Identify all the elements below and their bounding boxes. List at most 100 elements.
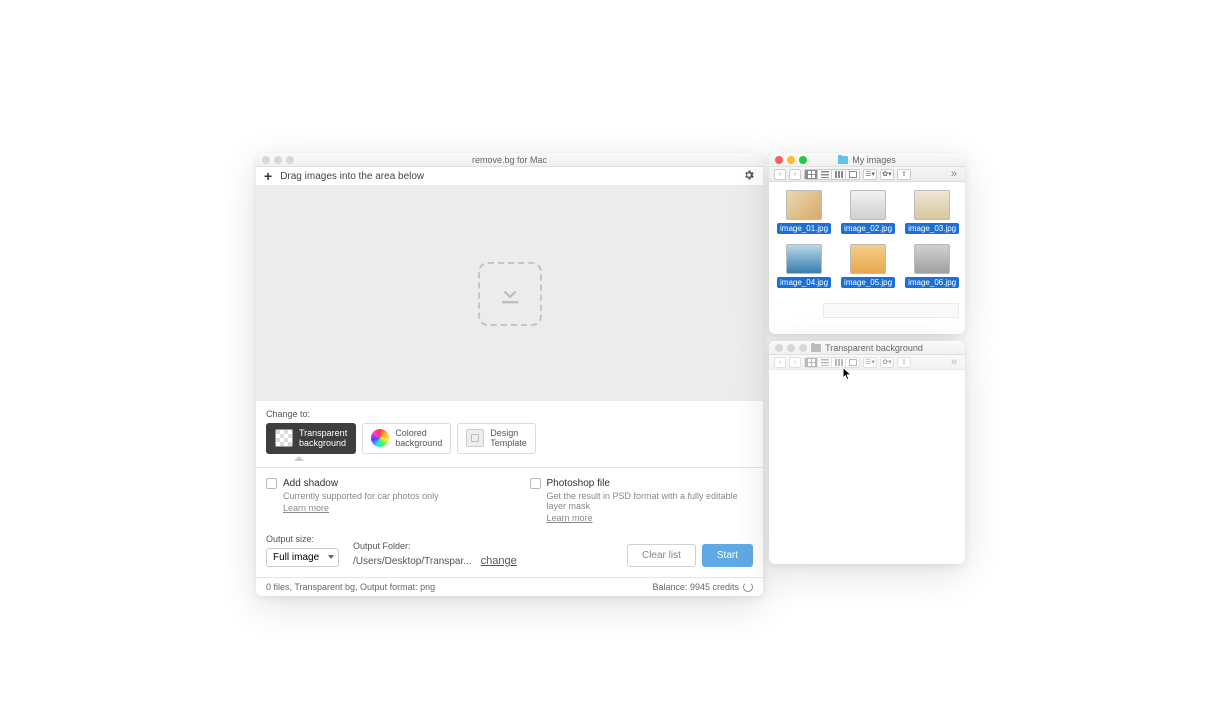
grid-icon xyxy=(808,171,815,178)
psd-label: Photoshop file xyxy=(547,478,610,489)
add-shadow-label: Add shadow xyxy=(283,478,338,489)
status-bar: 0 files, Transparent bg, Output format: … xyxy=(256,577,763,596)
icon-view-button[interactable] xyxy=(804,357,818,368)
view-switcher[interactable] xyxy=(804,169,860,180)
traffic-lights[interactable] xyxy=(262,156,294,164)
list-view-button[interactable] xyxy=(818,357,832,368)
file-thumbnail xyxy=(914,244,950,274)
forward-button[interactable]: › xyxy=(789,357,801,368)
add-shadow-checkbox[interactable] xyxy=(266,478,277,489)
output-row: Output size: Full image Output Folder: /… xyxy=(256,530,763,577)
grid-icon xyxy=(808,359,815,366)
file-item[interactable]: image_06.jpg xyxy=(905,244,959,288)
file-item[interactable]: image_05.jpg xyxy=(841,244,895,288)
file-thumbnail xyxy=(850,244,886,274)
output-options: Add shadow Currently supported for car p… xyxy=(256,467,763,530)
finder2-title: Transparent background xyxy=(825,343,923,353)
file-grid[interactable]: image_01.jpg image_02.jpg image_03.jpgimag… xyxy=(769,182,965,296)
psd-checkbox[interactable] xyxy=(530,478,541,489)
app-titlebar[interactable]: remove.bg for Mac xyxy=(256,153,763,167)
zoom-icon[interactable] xyxy=(799,344,807,352)
minimize-icon[interactable] xyxy=(274,156,282,164)
traffic-lights[interactable] xyxy=(775,156,807,164)
color-wheel-icon xyxy=(371,429,389,447)
settings-gear-icon[interactable] xyxy=(743,169,755,184)
icon-view-button[interactable] xyxy=(804,169,818,180)
add-shadow-learn-more[interactable]: Learn more xyxy=(283,503,329,513)
share-button[interactable]: ⇧ xyxy=(897,169,911,180)
clear-list-button[interactable]: Clear list xyxy=(627,544,696,567)
action-button[interactable]: ✿▾ xyxy=(880,357,894,368)
change-to-label: Change to: xyxy=(266,409,753,419)
group-button[interactable]: ☰▾ xyxy=(863,169,877,180)
toolbar-overflow-icon[interactable]: » xyxy=(948,356,960,368)
template-swatch-icon xyxy=(466,429,484,447)
transparent-swatch-icon xyxy=(275,429,293,447)
option-transparent-bg[interactable]: Transparent background xyxy=(266,423,356,454)
minimize-icon[interactable] xyxy=(787,344,795,352)
list-view-button[interactable] xyxy=(818,169,832,180)
file-item[interactable]: image_01.jpg xyxy=(777,190,831,234)
option-design-template[interactable]: Design Template xyxy=(457,423,536,454)
drag-prompt: Drag images into the area below xyxy=(280,171,424,182)
file-item[interactable]: image_02.jpg xyxy=(841,190,895,234)
selected-indicator-icon xyxy=(294,456,304,461)
forward-button[interactable]: › xyxy=(789,169,801,180)
file-thumbnail xyxy=(786,244,822,274)
finder2-titlebar[interactable]: Transparent background xyxy=(769,341,965,355)
drag-selection-rect xyxy=(823,303,959,318)
option-colored-bg[interactable]: Colored background xyxy=(362,423,451,454)
option-transparent-label: Transparent background xyxy=(299,428,347,449)
gallery-icon xyxy=(849,171,857,178)
column-view-button[interactable] xyxy=(832,169,846,180)
list-icon xyxy=(821,359,829,366)
group-button[interactable]: ☰▾ xyxy=(863,357,877,368)
file-item[interactable]: image_04.jpg xyxy=(777,244,831,288)
drop-zone[interactable] xyxy=(256,186,763,401)
back-button[interactable]: ‹ xyxy=(774,357,786,368)
file-item[interactable]: image_03.jpg xyxy=(905,190,959,234)
finder-transparent-window: Transparent background ‹ › ☰▾ ✿▾ ⇧ » xyxy=(769,341,965,564)
output-size-select[interactable]: Full image xyxy=(266,548,339,567)
view-switcher[interactable] xyxy=(804,357,860,368)
file-name-label: image_03.jpg xyxy=(905,223,959,234)
share-button[interactable]: ⇧ xyxy=(897,357,911,368)
close-icon[interactable] xyxy=(775,344,783,352)
change-folder-link[interactable]: change xyxy=(481,555,517,567)
gallery-view-button[interactable] xyxy=(846,357,860,368)
removebg-app-window: remove.bg for Mac + Drag images into the… xyxy=(256,153,763,596)
file-name-label: image_02.jpg xyxy=(841,223,895,234)
option-colored-label: Colored background xyxy=(395,428,442,449)
folder-icon xyxy=(838,156,848,164)
close-icon[interactable] xyxy=(775,156,783,164)
minimize-icon[interactable] xyxy=(787,156,795,164)
finder1-titlebar[interactable]: My images xyxy=(769,153,965,167)
columns-icon xyxy=(835,171,843,178)
empty-folder-area[interactable] xyxy=(769,370,965,550)
finder1-title: My images xyxy=(852,155,896,165)
status-summary: 0 files, Transparent bg, Output format: … xyxy=(266,582,435,592)
file-name-label: image_06.jpg xyxy=(905,277,959,288)
output-folder-label: Output Folder: xyxy=(353,541,517,551)
column-view-button[interactable] xyxy=(832,357,846,368)
back-button[interactable]: ‹ xyxy=(774,169,786,180)
action-button[interactable]: ✿▾ xyxy=(880,169,894,180)
traffic-lights[interactable] xyxy=(775,344,807,352)
add-images-icon[interactable]: + xyxy=(264,168,272,184)
psd-sub: Get the result in PSD format with a full… xyxy=(547,491,754,511)
refresh-balance-icon[interactable] xyxy=(743,582,753,592)
app-toolbar: + Drag images into the area below xyxy=(256,167,763,186)
zoom-icon[interactable] xyxy=(286,156,294,164)
psd-option: Photoshop file Get the result in PSD for… xyxy=(530,478,754,524)
file-thumbnail xyxy=(850,190,886,220)
start-button[interactable]: Start xyxy=(702,544,753,567)
psd-learn-more[interactable]: Learn more xyxy=(547,513,593,523)
gallery-view-button[interactable] xyxy=(846,169,860,180)
drop-target-icon xyxy=(478,262,542,326)
finder2-toolbar: ‹ › ☰▾ ✿▾ ⇧ » xyxy=(769,355,965,370)
folder-icon xyxy=(811,344,821,352)
close-icon[interactable] xyxy=(262,156,270,164)
toolbar-overflow-icon[interactable]: » xyxy=(948,168,960,180)
zoom-icon[interactable] xyxy=(799,156,807,164)
file-name-label: image_01.jpg xyxy=(777,223,831,234)
